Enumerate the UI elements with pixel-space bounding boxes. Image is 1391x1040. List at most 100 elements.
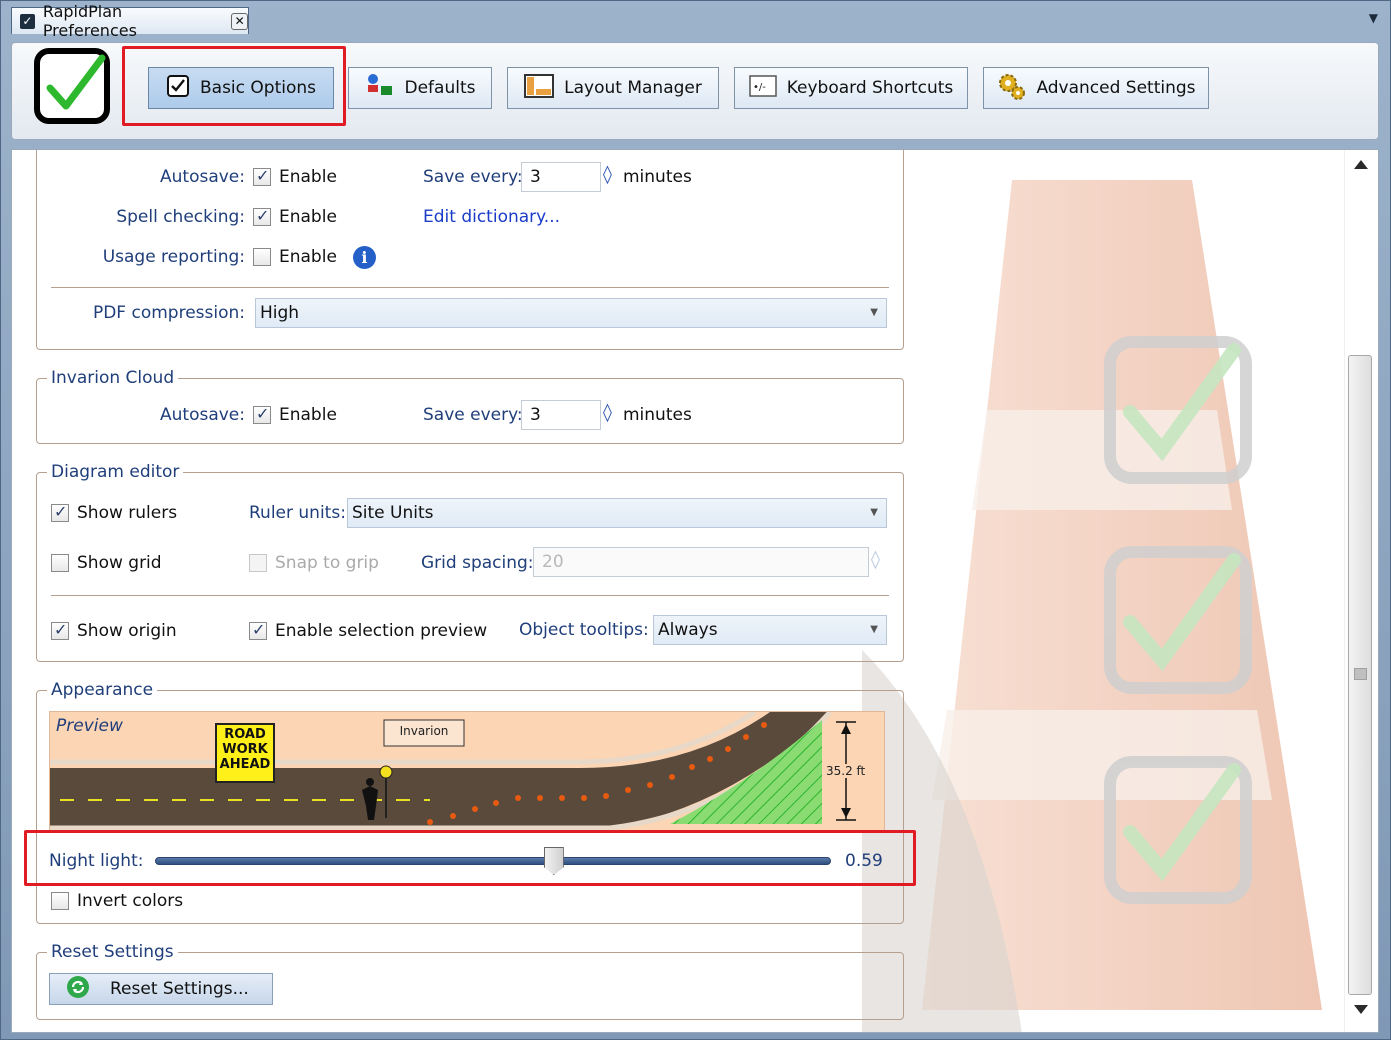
night-light-value: 0.59 xyxy=(845,851,883,871)
document-tab[interactable]: ✓ RapidPlan Preferences ✕ xyxy=(11,2,249,40)
tab-basic-options[interactable]: Basic Options xyxy=(148,67,334,109)
reset-settings-group: Reset Settings Reset Settings... xyxy=(36,942,904,1020)
layout-icon xyxy=(524,73,555,103)
tab-keyboard-shortcuts-label: Keyboard Shortcuts xyxy=(786,78,954,98)
preview-label: Preview xyxy=(56,716,123,736)
tab-advanced-settings[interactable]: Advanced Settings xyxy=(983,67,1209,109)
save-every-label: Save every: xyxy=(423,167,523,187)
grid-spacing-input[interactable]: 20 xyxy=(533,547,869,577)
object-tooltips-value: Always xyxy=(658,620,718,640)
cloud-autosave-enable-label: Enable xyxy=(279,405,337,425)
usage-reporting-enable-label: Enable xyxy=(279,247,337,267)
snap-to-grip-checkbox[interactable] xyxy=(249,554,267,572)
cloud-autosave-checkbox[interactable] xyxy=(253,404,271,424)
chevron-down-icon: ▼ xyxy=(870,307,878,318)
app-logo-icon xyxy=(34,48,110,124)
cloud-save-every-label: Save every: xyxy=(423,405,523,425)
sign-line-1: ROAD xyxy=(224,727,266,742)
save-every-input[interactable]: 3 xyxy=(521,162,601,192)
invert-colors-option[interactable]: Invert colors xyxy=(51,887,183,915)
usage-reporting-checkbox[interactable] xyxy=(253,248,271,266)
minutes-label: minutes xyxy=(623,167,692,187)
invert-colors-label: Invert colors xyxy=(77,891,184,911)
close-tab-icon[interactable]: ✕ xyxy=(231,12,248,30)
show-grid-label: Show grid xyxy=(77,553,162,573)
scrollbar-grip-icon xyxy=(1354,668,1367,680)
pdf-compression-value: High xyxy=(260,303,300,323)
general-separator xyxy=(51,287,889,288)
reset-settings-button-label: Reset Settings... xyxy=(110,979,249,999)
tab-layout-manager-label: Layout Manager xyxy=(564,78,702,98)
selection-preview-label: Enable selection preview xyxy=(275,621,488,641)
checkbox-logo-icon: ✓ xyxy=(20,13,35,29)
grid-spacing-spinner-icon[interactable]: ◊ xyxy=(871,549,880,570)
scroll-down-icon[interactable] xyxy=(1354,1005,1368,1014)
autosave-label: Autosave: xyxy=(160,167,245,187)
pdf-compression-select[interactable]: High ▼ xyxy=(255,298,887,328)
chevron-down-icon: ▼ xyxy=(870,507,878,518)
checkbox-icon xyxy=(166,74,190,103)
invarion-cloud-title: Invarion Cloud xyxy=(47,368,179,388)
autosave-checkbox[interactable] xyxy=(253,166,271,186)
pdf-compression-label: PDF compression: xyxy=(92,303,245,323)
show-grid-option[interactable]: Show grid xyxy=(51,549,162,577)
scrollbar-thumb[interactable] xyxy=(1348,355,1372,995)
tab-keyboard-shortcuts[interactable]: •/- Keyboard Shortcuts xyxy=(734,67,968,109)
cloud-autosave-label: Autosave: xyxy=(160,405,245,425)
cloud-autosave-enable[interactable]: Enable xyxy=(253,401,337,429)
invert-colors-checkbox[interactable] xyxy=(51,892,69,910)
defaults-icon xyxy=(365,72,395,105)
spell-checking-enable[interactable]: Enable xyxy=(253,203,337,231)
tab-layout-manager[interactable]: Layout Manager xyxy=(507,67,719,109)
ruler-units-select[interactable]: Site Units ▼ xyxy=(347,498,887,528)
diagram-separator xyxy=(51,595,889,596)
save-every-spinner-icon[interactable]: ◊ xyxy=(603,164,612,185)
selection-preview-option[interactable]: Enable selection preview xyxy=(249,617,487,645)
autosave-enable[interactable]: Enable xyxy=(253,163,337,191)
night-light-slider-thumb[interactable] xyxy=(543,847,564,875)
appearance-title: Appearance xyxy=(47,680,158,700)
cloud-save-every-spinner-icon[interactable]: ◊ xyxy=(603,402,612,423)
night-light-label: Night light: xyxy=(49,851,144,871)
spell-checking-enable-label: Enable xyxy=(279,207,337,227)
diagram-editor-group: Diagram editor Show rulers Ruler units: … xyxy=(36,462,904,662)
vertical-scrollbar[interactable] xyxy=(1344,150,1378,1032)
usage-reporting-enable[interactable]: Enable i xyxy=(253,243,376,271)
show-rulers-label: Show rulers xyxy=(77,503,178,523)
window-menu-icon[interactable]: ▼ xyxy=(1369,11,1378,25)
preferences-window: ✓ RapidPlan Preferences ✕ ▼ Basic Option… xyxy=(0,0,1391,1040)
general-group: Autosave: Enable Save every: 3 ◊ minutes… xyxy=(36,150,904,350)
selection-preview-checkbox[interactable] xyxy=(249,620,267,640)
show-origin-label: Show origin xyxy=(77,621,177,641)
tab-defaults-label: Defaults xyxy=(404,78,476,98)
document-tab-title: RapidPlan Preferences xyxy=(42,2,137,40)
show-origin-checkbox[interactable] xyxy=(51,620,69,640)
cloud-save-every-input[interactable]: 3 xyxy=(521,400,601,430)
night-light-slider-track[interactable] xyxy=(155,857,831,865)
snap-to-grip-option[interactable]: Snap to grip xyxy=(249,549,379,577)
spell-checking-checkbox[interactable] xyxy=(253,206,271,226)
autosave-enable-label: Enable xyxy=(279,167,337,187)
show-origin-option[interactable]: Show origin xyxy=(51,617,177,645)
snap-to-grip-label: Snap to grip xyxy=(275,553,379,573)
show-grid-checkbox[interactable] xyxy=(51,554,69,572)
tab-defaults[interactable]: Defaults xyxy=(348,67,492,109)
edit-dictionary-link[interactable]: Edit dictionary... xyxy=(423,207,560,227)
diagram-editor-title: Diagram editor xyxy=(47,462,184,482)
invarion-cloud-group: Invarion Cloud Autosave: Enable Save eve… xyxy=(36,368,904,444)
object-tooltips-select[interactable]: Always ▼ xyxy=(653,615,887,645)
show-rulers-option[interactable]: Show rulers xyxy=(51,499,177,527)
keyboard-icon: •/- xyxy=(748,74,777,102)
ruler-units-value: Site Units xyxy=(352,503,434,523)
scroll-up-icon[interactable] xyxy=(1354,160,1368,169)
reset-settings-button[interactable]: Reset Settings... xyxy=(49,973,273,1005)
info-icon[interactable]: i xyxy=(352,245,376,269)
tab-advanced-settings-label: Advanced Settings xyxy=(1036,78,1196,98)
appearance-preview: Preview ROAD WORK AHEAD Invarion 35.2 ft xyxy=(49,711,885,831)
spell-checking-label: Spell checking: xyxy=(116,207,245,227)
traffic-cone-watermark xyxy=(862,180,1322,1032)
svg-text:•/-: •/- xyxy=(753,82,766,93)
sign-line-3: AHEAD xyxy=(219,757,271,772)
show-rulers-checkbox[interactable] xyxy=(51,502,69,522)
object-tooltips-label: Object tooltips: xyxy=(519,620,649,640)
